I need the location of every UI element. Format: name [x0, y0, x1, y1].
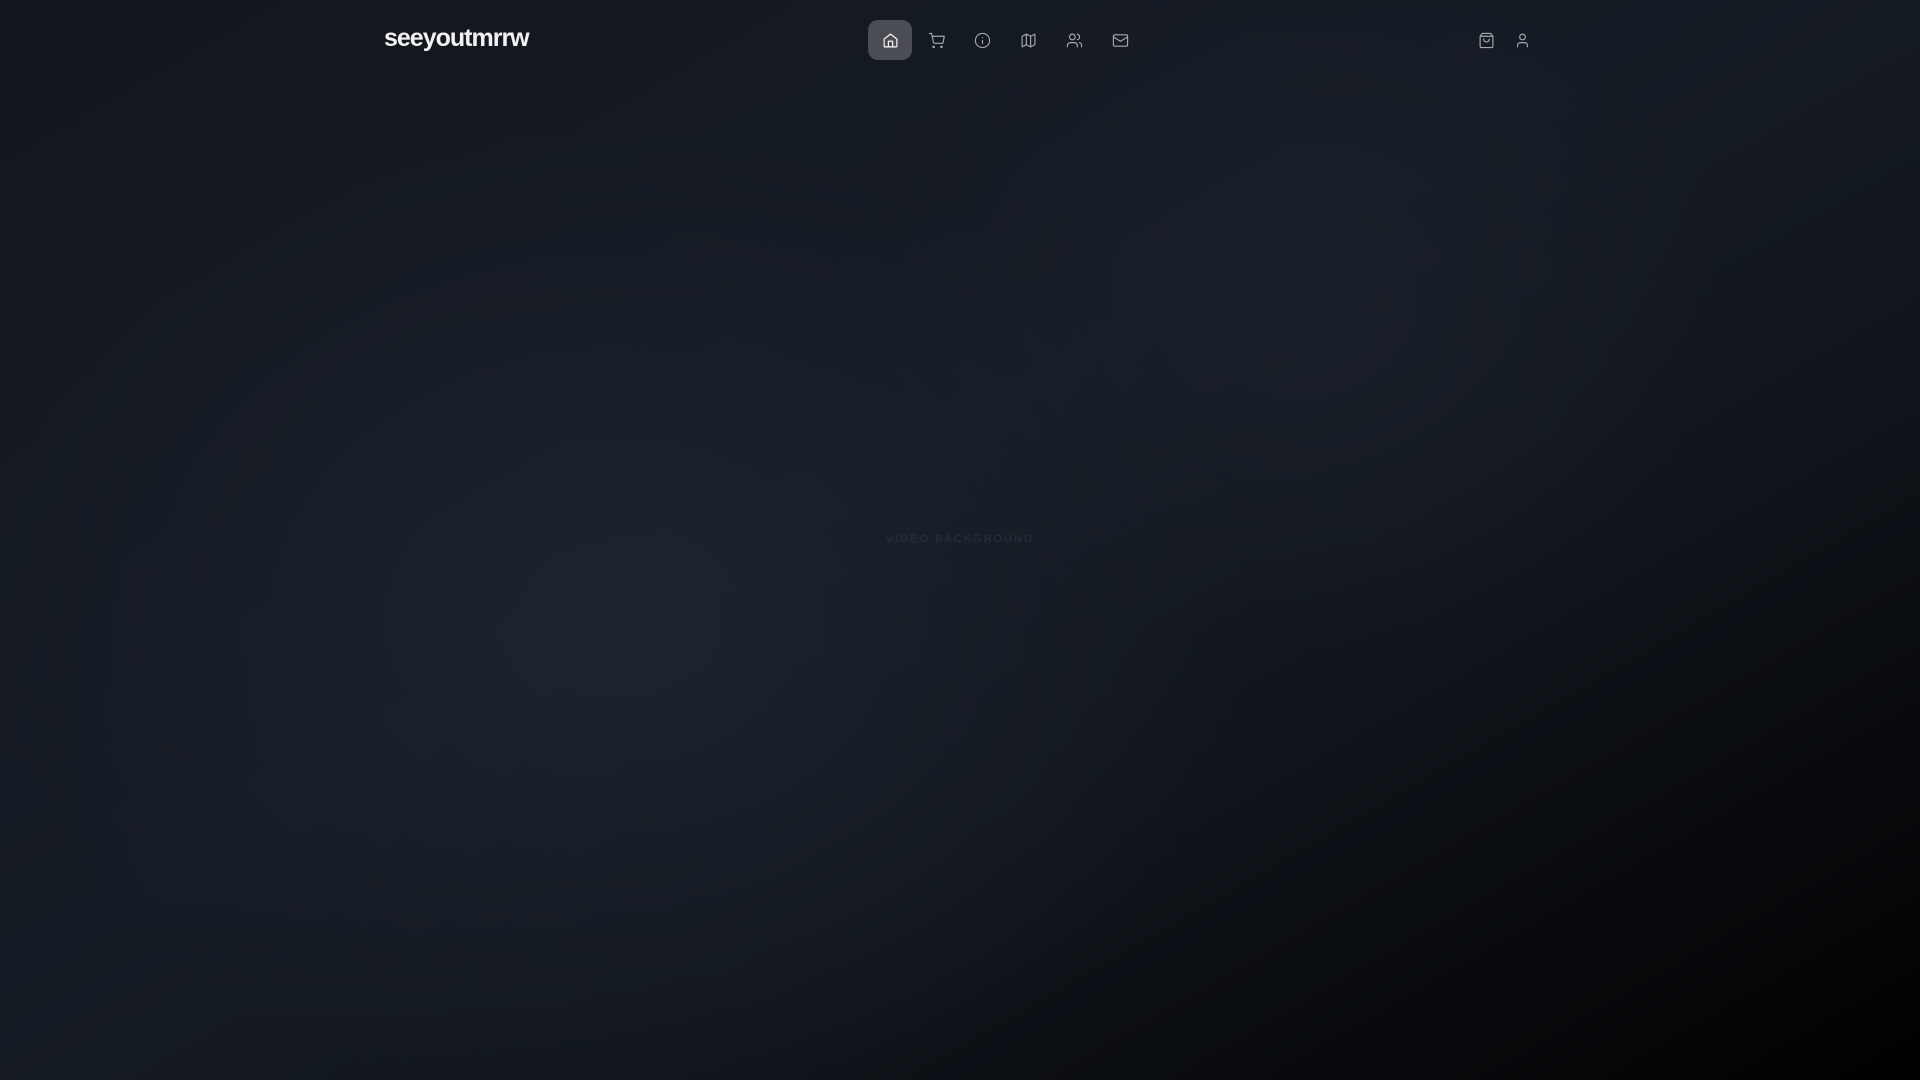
nav-contact-button[interactable] [1098, 20, 1142, 60]
account-button[interactable] [1504, 20, 1540, 60]
main-nav [868, 20, 1142, 60]
map-icon [1021, 33, 1035, 47]
shopping-bag-icon [1479, 32, 1493, 48]
mail-icon [1112, 33, 1128, 47]
user-icon [1516, 33, 1528, 47]
video-background-label: VIDEO BACKGROUND [885, 533, 1035, 545]
nav-map-button[interactable] [1006, 20, 1050, 60]
shopping-cart-icon [928, 32, 945, 48]
nav-about-button[interactable] [960, 20, 1004, 60]
top-nav-bar: seeyoutmrrw [0, 0, 1920, 80]
nav-shop-button[interactable] [914, 20, 958, 60]
nav-home-button[interactable] [868, 20, 912, 60]
home-icon [883, 33, 897, 47]
nav-community-button[interactable] [1052, 20, 1096, 60]
users-icon [1066, 33, 1082, 47]
brand-logo[interactable]: seeyoutmrrw [384, 24, 530, 53]
cart-button[interactable] [1468, 20, 1504, 60]
info-icon [974, 32, 990, 48]
header-actions [1468, 20, 1540, 60]
